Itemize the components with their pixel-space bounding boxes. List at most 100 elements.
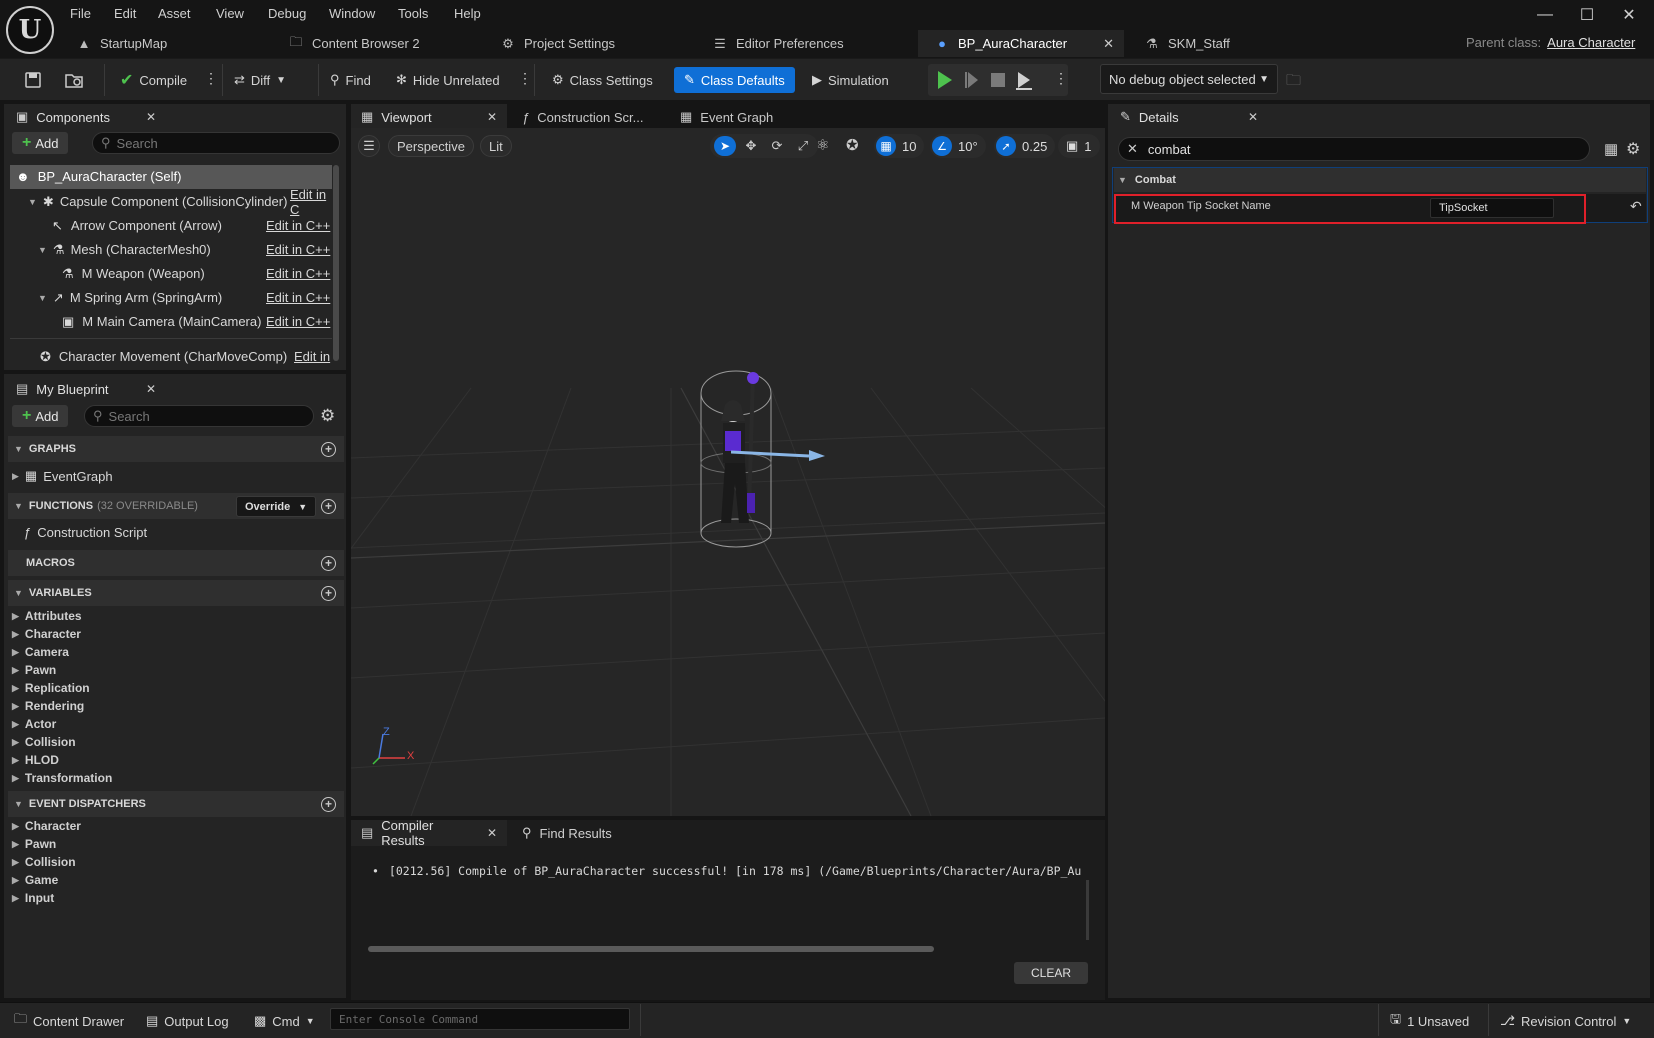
save-icon[interactable]	[18, 67, 48, 93]
component-row-capsule[interactable]: ▼ ✱ Capsule Component (CollisionCylinder…	[28, 187, 332, 217]
variable-category-actor[interactable]: ▶ Actor	[12, 717, 56, 731]
expand-arrow-icon[interactable]: ▼	[38, 293, 47, 303]
tab-content-browser[interactable]: 🗀 Content Browser 2	[272, 30, 482, 57]
menu-view[interactable]: View	[216, 6, 244, 21]
my-blueprint-search-input[interactable]: ⚲ Search	[84, 405, 314, 427]
menu-asset[interactable]: Asset	[158, 6, 191, 21]
expand-arrow-icon[interactable]: ▼	[38, 245, 47, 255]
gear-icon[interactable]: ⚙	[1626, 139, 1640, 159]
variable-category-hlod[interactable]: ▶ HLOD	[12, 753, 59, 767]
component-row-springarm[interactable]: ▼ ↗ M Spring Arm (SpringArm) Edit in C++	[38, 286, 332, 309]
camera-speed-control[interactable]: ▣ 1	[1058, 134, 1100, 158]
edit-in-cpp-link[interactable]: Edit in	[294, 349, 330, 364]
character-capsule[interactable]	[681, 363, 791, 563]
content-drawer-button[interactable]: 🗀 Content Drawer	[14, 1010, 124, 1032]
minimize-icon[interactable]: —	[1530, 4, 1560, 26]
close-tab-icon[interactable]: ✕	[1103, 36, 1114, 52]
step-icon[interactable]	[964, 66, 986, 94]
close-tab-icon[interactable]: ✕	[487, 826, 497, 840]
viewport[interactable]: X Z	[351, 128, 1105, 816]
clear-button[interactable]: CLEAR	[1014, 962, 1088, 984]
tab-editor-preferences[interactable]: ☰ Editor Preferences	[696, 30, 914, 57]
find-button[interactable]: ⚲ Find	[324, 67, 377, 93]
menu-tools[interactable]: Tools	[398, 6, 428, 21]
close-panel-icon[interactable]: ✕	[146, 382, 156, 396]
grid-snap-control[interactable]: ▦ 10	[874, 134, 925, 158]
menu-file[interactable]: File	[70, 6, 91, 21]
component-row-camera[interactable]: ▣ M Main Camera (MainCamera) Edit in C++	[62, 310, 332, 333]
stop-icon[interactable]	[990, 66, 1012, 94]
more-options-icon[interactable]: ⋮	[518, 70, 532, 87]
variable-category-character[interactable]: ▶ Character	[12, 627, 81, 641]
diff-button[interactable]: ⇄ Diff ▼	[228, 67, 292, 93]
dispatcher-category-character[interactable]: ▶ Character	[12, 819, 81, 833]
tab-bp-auracharacter[interactable]: ● BP_AuraCharacter ✕	[918, 30, 1124, 57]
dispatcher-category-game[interactable]: ▶ Game	[12, 873, 58, 887]
edit-in-cpp-link[interactable]: Edit in C++	[266, 266, 330, 281]
simulation-button[interactable]: ▶ Simulation	[806, 67, 895, 93]
close-panel-icon[interactable]: ✕	[1248, 110, 1258, 124]
lit-button[interactable]: Lit	[480, 135, 512, 157]
add-dispatcher-icon[interactable]: +	[321, 796, 336, 812]
revision-control-button[interactable]: ⎇ Revision Control ▼	[1500, 1010, 1631, 1032]
browse-icon[interactable]	[58, 67, 90, 93]
reset-to-default-icon[interactable]: ↶	[1630, 198, 1642, 215]
dispatcher-category-pawn[interactable]: ▶ Pawn	[12, 837, 56, 851]
menu-window[interactable]: Window	[329, 6, 375, 21]
gear-icon[interactable]: ⚙	[320, 406, 335, 426]
class-settings-button[interactable]: ⚙ Class Settings	[546, 67, 659, 93]
components-scrollbar[interactable]	[333, 165, 339, 361]
add-macro-icon[interactable]: +	[321, 555, 336, 571]
tab-compiler-results[interactable]: ▤ Compiler Results ✕	[351, 818, 507, 848]
details-search-input[interactable]: ✕ combat	[1118, 137, 1590, 161]
menu-help[interactable]: Help	[454, 6, 481, 21]
macros-header[interactable]: MACROS +	[8, 550, 344, 576]
variable-category-pawn[interactable]: ▶ Pawn	[12, 663, 56, 677]
rotate-tool-icon[interactable]: ⟳	[766, 138, 788, 154]
components-search-input[interactable]: ⚲ Search	[92, 132, 340, 154]
graphs-header[interactable]: ▼ GRAPHS +	[8, 436, 344, 462]
compiler-scrollbar[interactable]	[368, 946, 934, 952]
add-variable-icon[interactable]: +	[321, 585, 336, 601]
combat-category-header[interactable]: ▼ Combat	[1114, 168, 1646, 192]
components-tab[interactable]: ▣ Components ✕	[6, 104, 166, 130]
variable-category-collision[interactable]: ▶ Collision	[12, 735, 76, 749]
component-row-self[interactable]: ☻ BP_AuraCharacter (Self)	[16, 165, 332, 188]
dispatcher-category-input[interactable]: ▶ Input	[12, 891, 54, 905]
property-matrix-icon[interactable]: ▦	[1604, 140, 1618, 158]
edit-in-cpp-link[interactable]: Edit in C++	[266, 242, 330, 257]
variable-category-camera[interactable]: ▶ Camera	[12, 645, 69, 659]
select-tool-icon[interactable]: ➤	[714, 136, 736, 156]
close-panel-icon[interactable]: ✕	[146, 110, 156, 124]
maximize-icon[interactable]: ☐	[1572, 4, 1602, 26]
edit-in-cpp-link[interactable]: Edit in C++	[266, 314, 330, 329]
world-space-icon[interactable]: ⚛	[816, 136, 829, 154]
parent-class-link[interactable]: Aura Character	[1547, 35, 1635, 50]
components-add-button[interactable]: + Add	[12, 132, 69, 154]
viewport-menu-icon[interactable]: ☰	[358, 135, 380, 157]
component-row-weapon[interactable]: ⚗ M Weapon (Weapon) Edit in C++	[62, 262, 332, 285]
variable-category-attributes[interactable]: ▶ Attributes	[12, 609, 82, 623]
component-row-mesh[interactable]: ▼ ⚗ Mesh (CharacterMesh0) Edit in C++	[38, 238, 332, 261]
hide-unrelated-button[interactable]: ✻ Hide Unrelated	[390, 67, 506, 93]
expand-arrow-icon[interactable]: ▼	[28, 197, 37, 207]
my-blueprint-tab[interactable]: ▤ My Blueprint ✕	[6, 376, 166, 402]
component-row-arrow[interactable]: ↖ Arrow Component (Arrow) Edit in C++	[52, 214, 332, 237]
variable-category-replication[interactable]: ▶ Replication	[12, 681, 90, 695]
component-row-charmovement[interactable]: ✪ Character Movement (CharMoveComp) Edit…	[40, 345, 332, 368]
unreal-logo-icon[interactable]: U	[6, 6, 54, 54]
class-defaults-button[interactable]: ✎ Class Defaults	[674, 67, 795, 93]
variable-category-transformation[interactable]: ▶ Transformation	[12, 771, 112, 785]
play-options-icon[interactable]: ⋮	[1054, 70, 1068, 87]
edit-in-cpp-link[interactable]: Edit in C++	[266, 290, 330, 305]
scale-snap-control[interactable]: ➚ 0.25	[994, 134, 1056, 158]
variables-header[interactable]: ▼ VARIABLES +	[8, 580, 344, 606]
debug-browse-icon[interactable]: 🗀	[1286, 70, 1301, 95]
tab-startupmap[interactable]: ▲ StartupMap	[60, 30, 270, 57]
construction-script-item[interactable]: ƒ Construction Script	[24, 525, 147, 540]
edit-in-cpp-link[interactable]: Edit in C	[290, 187, 332, 217]
event-graph-item[interactable]: ▶ ▦ EventGraph	[12, 468, 113, 484]
menu-edit[interactable]: Edit	[114, 6, 136, 21]
compiler-vertical-scrollbar[interactable]	[1086, 880, 1089, 940]
debug-object-select[interactable]: No debug object selected ▼	[1100, 64, 1278, 94]
